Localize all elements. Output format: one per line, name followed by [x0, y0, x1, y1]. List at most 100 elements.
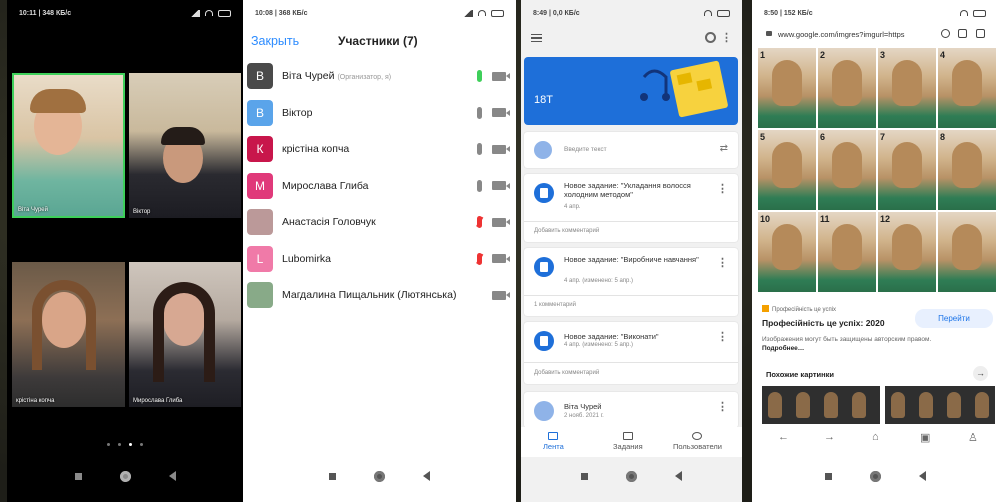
- microphone-icon[interactable]: [477, 70, 482, 83]
- microphone-icon[interactable]: [477, 179, 482, 192]
- more-options-icon[interactable]: ⋮: [717, 256, 728, 269]
- more-options-icon[interactable]: ⋮: [717, 330, 728, 343]
- post-card[interactable]: Новое задание: "Виконати" 4 апр. (измене…: [524, 322, 738, 384]
- participant-row[interactable]: В Віта Чурей (Организатор, я): [243, 58, 516, 95]
- star-icon[interactable]: [958, 29, 967, 38]
- hairstyle-image[interactable]: 5: [758, 130, 816, 210]
- hairstyle-shape: [832, 142, 862, 188]
- wifi-icon: [704, 10, 712, 16]
- page-dot: [118, 443, 121, 446]
- settings-icon[interactable]: [705, 32, 716, 43]
- tabs-switcher-icon[interactable]: ▣: [920, 431, 930, 444]
- hairstyle-image[interactable]: 1: [758, 48, 816, 128]
- post-title: Новое задание: "Укладання волосся холодн…: [564, 181, 691, 199]
- status-bar: 8:49 | 0,0 КБ/с: [521, 0, 742, 26]
- repost-icon[interactable]: ⇄: [720, 143, 728, 154]
- reload-icon[interactable]: [941, 29, 950, 38]
- nav-classwork[interactable]: Задания: [613, 432, 643, 451]
- camera-icon[interactable]: [492, 254, 510, 264]
- camera-icon[interactable]: [492, 290, 510, 300]
- recents-button[interactable]: [74, 472, 82, 480]
- video-tile-label: Віта Чурей: [18, 207, 48, 213]
- image-number: 2: [820, 50, 826, 60]
- post-card[interactable]: Новое задание: "Укладання волосся холодн…: [524, 174, 738, 242]
- more-options-icon[interactable]: ⋮: [721, 31, 732, 44]
- comment-link[interactable]: Добавить комментарий: [534, 370, 599, 376]
- participant-row[interactable]: М Мирослава Глиба: [243, 168, 516, 205]
- comment-link[interactable]: 1 комментарий: [534, 302, 576, 308]
- menu-icon[interactable]: [531, 34, 542, 42]
- hairstyle-shape: [892, 142, 922, 188]
- post-card[interactable]: Віта Чурей 2 нояб. 2021 г. ⋮: [524, 392, 738, 428]
- learn-more-link[interactable]: Подробнее…: [762, 345, 804, 352]
- home-button[interactable]: [626, 470, 637, 482]
- participant-row[interactable]: В Віктор: [243, 95, 516, 132]
- page-title[interactable]: Професійність це успіх: 2020: [762, 318, 885, 328]
- class-banner[interactable]: 18Т: [524, 57, 738, 125]
- video-tile-3[interactable]: крістіна копча: [12, 262, 125, 407]
- back-button[interactable]: [423, 471, 430, 481]
- tabs-icon[interactable]: [976, 29, 985, 38]
- participant-row[interactable]: Магдалина Пищальник (Лютянська): [243, 277, 516, 314]
- hairstyle-image[interactable]: 10: [758, 212, 816, 292]
- address-bar[interactable]: www.google.com/imgres?imgurl=https: [752, 26, 998, 46]
- video-call-screen: 10:11 | 348 КБ/с Віта Чурей Віктор кріст…: [7, 0, 243, 502]
- hairstyle-image[interactable]: 2: [818, 48, 876, 128]
- mic-muted-icon[interactable]: [477, 252, 482, 265]
- video-tile-1[interactable]: Віта Чурей: [12, 73, 125, 218]
- post-composer[interactable]: Введите текст ⇄: [524, 132, 738, 168]
- arrow-right-icon[interactable]: →: [973, 366, 988, 381]
- forward-arrow-icon[interactable]: →: [824, 431, 835, 443]
- hairstyle-shape: [952, 142, 982, 188]
- visit-button[interactable]: Перейти: [915, 309, 993, 328]
- back-button[interactable]: [675, 471, 682, 481]
- hairstyle-image[interactable]: 6: [818, 130, 876, 210]
- participant-row[interactable]: Анастасія Головчук: [243, 204, 516, 241]
- nav-stream[interactable]: Лента: [543, 432, 564, 451]
- more-options-icon[interactable]: ⋮: [717, 400, 728, 413]
- recents-button[interactable]: [581, 472, 588, 480]
- url-text[interactable]: www.google.com/imgres?imgurl=https: [778, 30, 905, 39]
- participant-hair: [161, 127, 205, 145]
- microphone-icon[interactable]: [477, 143, 482, 156]
- camera-icon[interactable]: [492, 71, 510, 81]
- mic-muted-icon[interactable]: [477, 216, 482, 229]
- participant-name: Віта Чурей: [282, 70, 335, 83]
- status-time: 8:49 | 0,0 КБ/с: [533, 9, 580, 17]
- camera-icon[interactable]: [492, 108, 510, 118]
- participant-row[interactable]: Ккрістіна копча: [243, 131, 516, 168]
- comment-link[interactable]: Добавить комментарий: [534, 228, 599, 234]
- camera-icon[interactable]: [492, 181, 510, 191]
- home-button[interactable]: [374, 470, 385, 482]
- home-button[interactable]: [869, 470, 881, 482]
- participant-name-wrap: Lubomirka: [282, 253, 331, 265]
- similar-image-2[interactable]: [885, 386, 995, 424]
- back-arrow-icon[interactable]: ←: [778, 431, 789, 443]
- participant-row[interactable]: L Lubomirka: [243, 241, 516, 278]
- battery-icon: [717, 9, 730, 17]
- back-button[interactable]: [168, 471, 176, 481]
- recents-button[interactable]: [329, 472, 336, 480]
- hairstyle-image[interactable]: 4: [938, 48, 996, 128]
- post-card[interactable]: Новое задание: "Виробниче навчання" 4 ап…: [524, 248, 738, 316]
- close-button[interactable]: Закрыть: [251, 34, 299, 48]
- more-options-icon[interactable]: ⋮: [717, 182, 728, 195]
- camera-icon[interactable]: [492, 144, 510, 154]
- hairstyle-image[interactable]: 12: [878, 212, 936, 292]
- microphone-icon[interactable]: [477, 106, 482, 119]
- hairstyle-image[interactable]: 11: [818, 212, 876, 292]
- similar-image-1[interactable]: [762, 386, 880, 424]
- hairstyle-image[interactable]: [938, 212, 996, 292]
- hairstyle-image[interactable]: 8: [938, 130, 996, 210]
- home-icon[interactable]: ⌂: [872, 431, 879, 443]
- recents-button[interactable]: [824, 472, 832, 480]
- hairstyle-image[interactable]: 7: [878, 130, 936, 210]
- profile-icon[interactable]: ♙: [968, 431, 978, 444]
- hairstyle-image[interactable]: 3: [878, 48, 936, 128]
- video-tile-2[interactable]: Віктор: [129, 73, 241, 218]
- camera-icon[interactable]: [492, 217, 510, 227]
- back-button[interactable]: [918, 471, 926, 481]
- nav-people[interactable]: Пользователи: [673, 432, 722, 451]
- home-button[interactable]: [119, 470, 131, 482]
- video-tile-4[interactable]: Мирослава Глиба: [129, 262, 241, 407]
